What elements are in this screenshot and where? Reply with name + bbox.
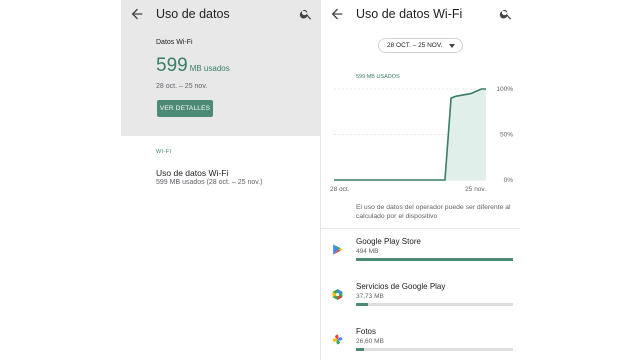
app-bar: Uso de datos	[121, 0, 320, 30]
y-tick-label: 0%	[504, 177, 514, 184]
app-name: Google Play Store	[356, 237, 421, 246]
pref-title: Uso de datos Wi-Fi	[156, 168, 229, 178]
google-play-store-icon	[331, 243, 344, 256]
page-title: Uso de datos Wi-Fi	[356, 7, 463, 21]
left-margin	[0, 0, 121, 360]
app-usage-bar-fill	[356, 258, 513, 261]
usage-chart: 100% 50% 0% 28 oct. 25 nov.	[330, 86, 514, 193]
back-arrow-icon[interactable]	[129, 6, 145, 22]
summary-label: Datos Wi-Fi	[156, 39, 193, 46]
right-margin	[520, 0, 640, 360]
app-usage-row[interactable]: Servicios de Google Play 37,73 MB	[321, 278, 520, 322]
pref-summary: 599 MB usados (28 oct. – 25 nov.)	[156, 179, 263, 186]
view-details-button[interactable]: VER DETALLES	[157, 100, 213, 117]
y-tick-label: 50%	[500, 132, 513, 139]
app-usage-bar-fill	[356, 348, 365, 351]
y-tick-label: 100%	[496, 86, 513, 93]
app-usage-row[interactable]: Google Play Store 494 MB	[321, 233, 520, 277]
divider	[321, 228, 520, 229]
page-title: Uso de datos	[156, 7, 230, 21]
app-name: Fotos	[356, 327, 377, 336]
data-usage-screen: Uso de datos Datos Wi-Fi 599 MB usados 28…	[121, 0, 320, 360]
wifi-data-usage-screen: Uso de datos Wi-Fi 28 OCT. – 25 NOV. 599…	[320, 0, 520, 360]
app-usage-amount: 26,60 MB	[356, 338, 384, 345]
usage-unit: MB usados	[189, 64, 230, 73]
search-icon[interactable]	[499, 7, 513, 21]
carrier-disclaimer: El uso de datos del operador puede ser d…	[356, 204, 511, 221]
cycle-selected-value: 28 OCT. – 25 NOV.	[387, 42, 443, 49]
app-usage-bar	[356, 303, 513, 306]
app-bar: Uso de datos Wi-Fi	[321, 0, 520, 30]
app-usage-bar	[356, 348, 513, 351]
search-icon[interactable]	[299, 7, 313, 21]
section-header-wifi: WI-FI	[156, 149, 172, 155]
google-play-services-icon	[331, 288, 344, 301]
app-usage-bar	[356, 258, 513, 261]
usage-value: 599	[156, 55, 188, 76]
google-photos-icon	[331, 333, 344, 346]
date-range: 28 oct. – 25 nov.	[156, 83, 208, 90]
app-name: Servicios de Google Play	[356, 282, 446, 291]
app-usage-amount: 37,73 MB	[356, 293, 384, 300]
app-usage-row[interactable]: Fotos 26,60 MB	[321, 323, 520, 360]
x-tick-label: 25 nov.	[465, 186, 486, 193]
dropdown-caret-icon	[449, 44, 455, 48]
app-usage-bar-fill	[356, 303, 368, 306]
usage-total: 599 MB usados	[156, 55, 230, 77]
app-usage-amount: 494 MB	[356, 248, 379, 255]
back-arrow-icon[interactable]	[329, 6, 345, 22]
billing-cycle-dropdown[interactable]: 28 OCT. – 25 NOV.	[378, 38, 463, 53]
x-tick-label: 28 oct.	[330, 186, 350, 193]
